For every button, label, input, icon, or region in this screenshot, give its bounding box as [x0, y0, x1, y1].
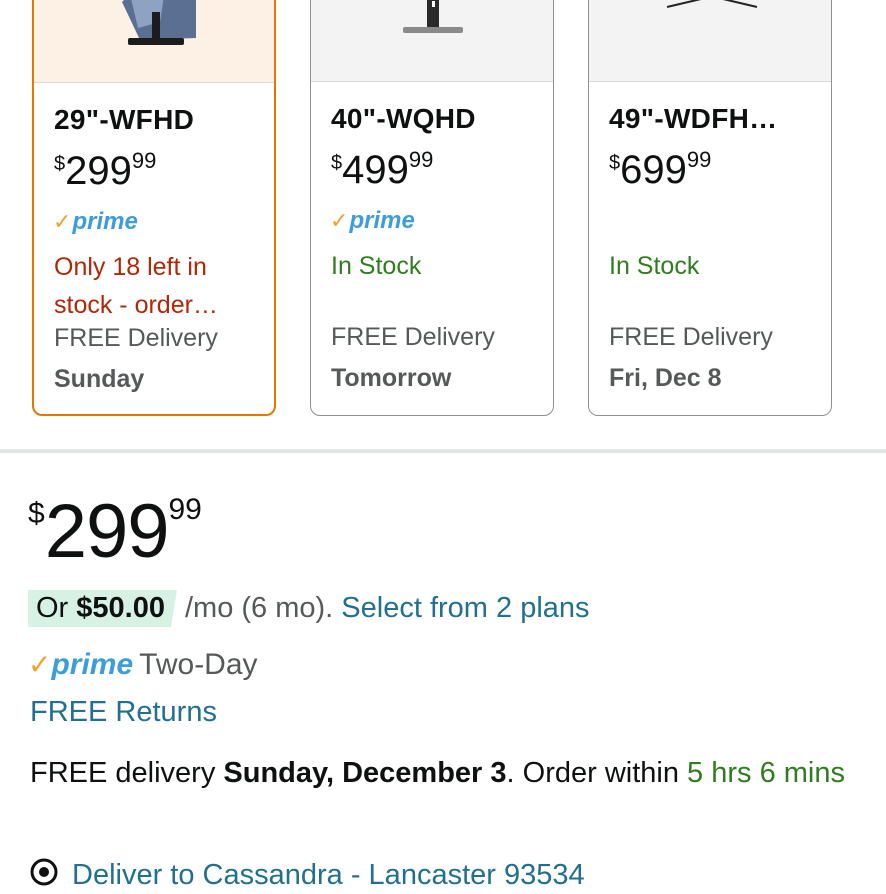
stock-status: Only 18 left in stock - order… [54, 253, 218, 319]
location-pin-icon [30, 858, 58, 894]
deliver-to-link[interactable]: Deliver to Cassandra - Lancaster 93534 [30, 858, 585, 894]
select-plans-link[interactable]: Select from 2 plans [341, 592, 589, 624]
delivery-date: Sunday, December 3 [223, 757, 507, 789]
prime-logo: prime [51, 648, 134, 681]
check-icon: ✓ [53, 209, 72, 234]
prime-shipping: ✓prime Two-Day [28, 648, 258, 682]
check-icon: ✓ [28, 649, 52, 680]
product-thumbnail [589, 0, 831, 82]
delivery-day: Sunday [54, 365, 145, 393]
financing-offer: Or $50.00/mo (6 mo). Select from 2 plans [28, 590, 590, 627]
stock-status: In Stock [331, 252, 422, 280]
delivery-label: FREE Delivery [609, 323, 773, 351]
product-thumbnail [34, 0, 274, 83]
size-option-card-40-wqhd[interactable]: 40"-WQHD $49999 ✓prime In Stock FREE Del… [310, 0, 554, 416]
shipping-speed: Two-Day [139, 648, 258, 681]
product-thumbnail [311, 0, 553, 82]
delivery-day: Tomorrow [331, 364, 452, 392]
card-price: $69999 [609, 147, 712, 192]
financing-badge: Or $50.00 [28, 590, 177, 627]
size-option-card-49-wdfh[interactable]: 49"-WDFH… $69999 In Stock FREE Delivery … [588, 0, 832, 416]
section-divider [0, 449, 886, 453]
check-icon: ✓ [330, 208, 349, 233]
prime-badge: ✓prime [330, 207, 415, 234]
prime-badge: ✓prime [53, 208, 138, 235]
stock-status: In Stock [609, 252, 700, 280]
card-title: 29"-WFHD [54, 104, 195, 135]
delivery-day: Fri, Dec 8 [609, 364, 722, 392]
card-price: $29999 [54, 148, 157, 193]
card-title: 49"-WDFH… [609, 103, 778, 134]
order-countdown: 5 hrs 6 mins [687, 757, 845, 789]
delivery-label: FREE Delivery [54, 324, 218, 352]
main-price: $29999 [28, 489, 202, 574]
financing-term: /mo (6 mo). [184, 592, 334, 624]
size-options-carousel: 29"-WFHD $29999 ✓prime Only 18 left in s… [0, 0, 886, 420]
delivery-label: FREE Delivery [331, 323, 495, 351]
card-price: $49999 [331, 147, 434, 192]
free-returns-link[interactable]: FREE Returns [30, 696, 217, 729]
size-option-card-29-wfhd[interactable]: 29"-WFHD $29999 ✓prime Only 18 left in s… [32, 0, 276, 416]
card-title: 40"-WQHD [331, 103, 476, 134]
delivery-message: FREE delivery Sunday, December 3. Order … [30, 757, 845, 789]
